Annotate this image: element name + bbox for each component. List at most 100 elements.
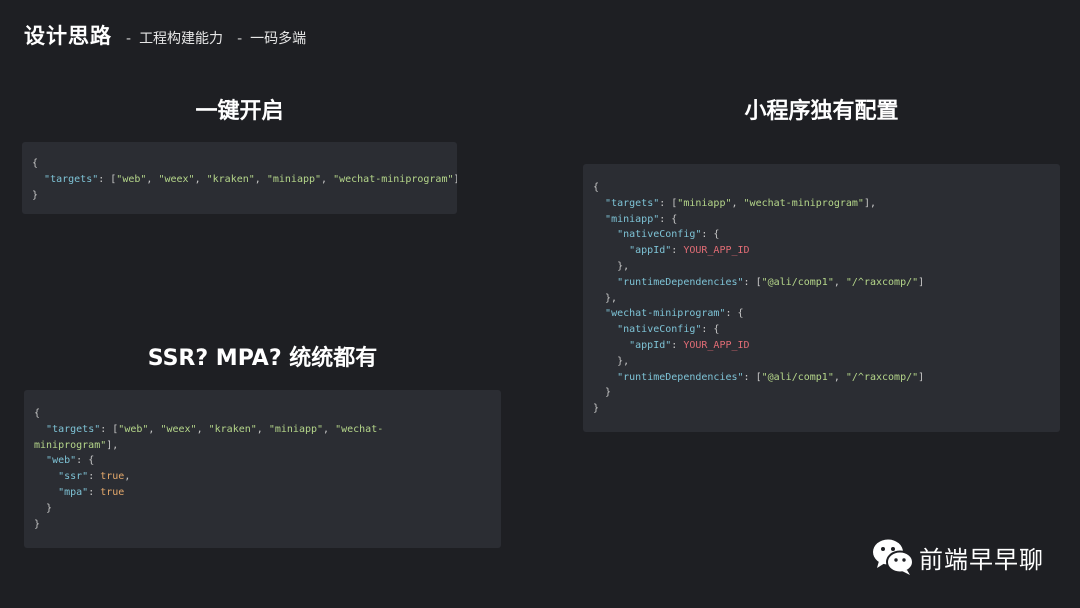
- code-token: ,: [323, 423, 336, 435]
- code-token: ],: [106, 439, 119, 451]
- code-token: ,: [321, 173, 334, 185]
- watermark: 前端早早聊: [871, 537, 1044, 577]
- code-token: : {: [701, 324, 720, 336]
- code-line: "targets": ["miniapp", "wechat-miniprogr…: [593, 196, 1050, 212]
- code-token: : [: [743, 276, 762, 288]
- code-token: "mpa": [58, 486, 89, 498]
- code-token: },: [593, 260, 630, 272]
- code-token: "runtimeDependencies": [617, 276, 744, 288]
- code-token: "web": [46, 455, 77, 467]
- heading-miniprogram-config: 小程序独有配置: [744, 99, 899, 124]
- code-token: : [: [659, 197, 678, 209]
- code-token: : {: [725, 308, 744, 320]
- code-token: ,: [731, 197, 744, 209]
- code-token: ,: [833, 371, 846, 383]
- code-line: "runtimeDependencies": ["@ali/comp1", "/…: [593, 370, 1050, 386]
- code-line: miniprogram"],: [34, 438, 491, 454]
- code-token: },: [593, 292, 618, 304]
- code-token: : {: [659, 213, 678, 225]
- code-token: ,: [196, 423, 209, 435]
- code-line: "appId": YOUR_APP_ID: [593, 243, 1050, 259]
- code-line: },: [593, 259, 1050, 275]
- code-token: :: [88, 471, 101, 483]
- breadcrumb-separator: -: [126, 31, 132, 47]
- code-token: : [: [100, 423, 119, 435]
- code-line: "runtimeDependencies": ["@ali/comp1", "/…: [593, 275, 1050, 291]
- code-token: "miniapp": [266, 173, 322, 185]
- code-token: "nativeConfig": [617, 229, 702, 241]
- code-token: {: [32, 158, 39, 169]
- code-line: {: [34, 406, 491, 422]
- code-token: true: [100, 486, 125, 498]
- code-line: }: [593, 401, 1050, 417]
- code-token: }: [34, 518, 41, 530]
- code-line: "targets": ["web", "weex", "kraken", "mi…: [32, 172, 457, 188]
- breadcrumb-item-multiplatform: - 一码多端: [237, 28, 306, 48]
- code-token: : {: [701, 229, 720, 241]
- wechat-icon: [873, 539, 914, 575]
- code-token: },: [593, 355, 630, 367]
- code-line: {: [32, 156, 447, 172]
- code-token: "web": [116, 173, 147, 185]
- code-token: : {: [76, 455, 95, 467]
- code-token: :: [671, 339, 684, 351]
- code-line: "wechat-miniprogram": {: [593, 306, 1050, 322]
- slide-title: 设计思路: [24, 24, 112, 48]
- code-token: ,: [254, 173, 267, 185]
- code-token: : [: [743, 371, 762, 383]
- code-token: YOUR_APP_ID: [683, 339, 750, 351]
- code-token: "web": [118, 423, 149, 435]
- code-line: "miniapp": {: [593, 212, 1050, 228]
- code-token: "@ali/comp1": [761, 276, 834, 288]
- code-token: "wechat-miniprogram": [605, 308, 726, 320]
- code-token: "@ali/comp1": [761, 371, 834, 383]
- heading-ssr-mpa: SSR? MPA? 统统都有: [147, 346, 378, 371]
- code-token: "/^raxcomp/": [845, 276, 919, 288]
- breadcrumb-label: 工程构建能力: [139, 31, 224, 47]
- code-token: }: [32, 189, 39, 201]
- code-token: "wechat-: [335, 423, 384, 435]
- code-token: "targets": [46, 423, 101, 435]
- code-line: }: [32, 188, 447, 204]
- code-token: ,: [148, 423, 161, 435]
- code-line: "ssr": true,: [34, 469, 491, 485]
- code-token: YOUR_APP_ID: [683, 245, 750, 257]
- code-token: ]: [454, 174, 458, 185]
- code-token: :: [88, 486, 101, 498]
- code-token: "wechat-miniprogram": [743, 197, 864, 209]
- code-block-targets: { "targets": ["web", "weex", "kraken", "…: [22, 142, 457, 214]
- code-token: "/^raxcomp/": [845, 371, 919, 383]
- code-token: ,: [124, 471, 131, 483]
- code-token: "miniapp": [268, 423, 324, 435]
- code-token: "targets": [605, 197, 660, 209]
- code-line: {: [593, 180, 1050, 196]
- code-token: "ssr": [58, 471, 89, 483]
- slide-header: 设计思路 - 工程构建能力 - 一码多端: [24, 20, 306, 50]
- code-token: }: [593, 403, 600, 415]
- code-token: :: [671, 245, 684, 257]
- code-token: "nativeConfig": [617, 324, 702, 336]
- code-token: ,: [833, 276, 846, 288]
- code-token: "kraken": [208, 423, 257, 435]
- code-token: "kraken": [206, 173, 255, 185]
- heading-one-click: 一键开启: [195, 99, 284, 124]
- code-token: ,: [146, 173, 159, 185]
- code-token: "targets": [44, 173, 99, 185]
- code-token: ],: [863, 197, 876, 209]
- code-line: }: [34, 517, 491, 533]
- code-block-ssr-mpa: { "targets": ["web", "weex", "kraken", "…: [24, 390, 501, 548]
- code-token: ,: [194, 173, 207, 185]
- code-token: "miniapp": [605, 213, 660, 225]
- breadcrumb-separator: -: [237, 31, 243, 47]
